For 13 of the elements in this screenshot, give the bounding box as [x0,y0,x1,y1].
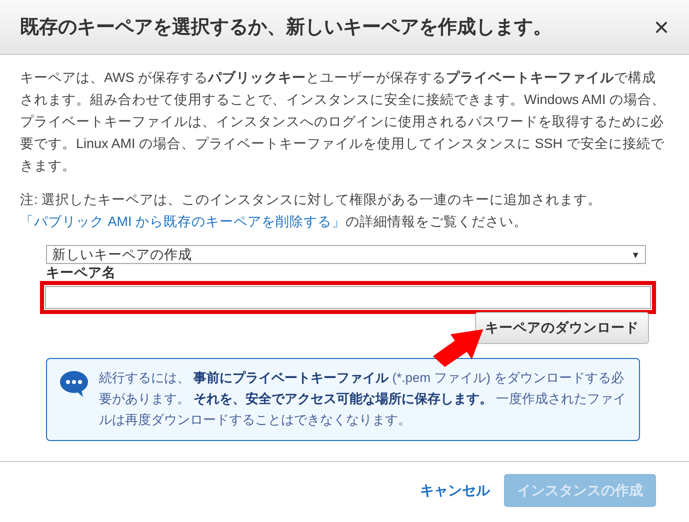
help-link[interactable]: 「パブリック AMI から既存のキーペアを削除する」 [20,214,346,229]
note-text: 注: 選択したキーペアは、このインスタンスに対して権限がある一連のキーに追加されます。 [20,192,602,207]
key-name-label: キーペア名 [46,265,117,281]
key-pair-select[interactable]: 新しいキーペアの作成 ▼ [46,245,646,264]
info-text: 続行するには、 事前にプライベートキーファイル (*.pem ファイル) をダウンロードする必要があります。 それを、安全でアクセス可能な場所に保存します。 一度作成されたファイルは再度ダウンロードすることはできなくなります。 [99,369,627,429]
dialog-title: 既存のキーペアを選択するか、新しいキーペアを作成します。 [20,16,552,40]
key-name-field[interactable] [45,286,651,309]
close-button[interactable]: × [654,14,669,40]
note-text: の詳細情報をご覧ください。 [346,214,528,229]
download-button[interactable]: キーペアのダウンロード [475,312,649,344]
chat-bubble-icon [59,370,89,398]
cancel-link[interactable]: キャンセル [420,482,490,500]
description-text: キーペアは、AWS が保存するパブリックキーとユーザーが保存するプライベートキーファイルで構成されます。組み合わせて使用することで、インスタンスに安全に接続できます。Windows AMI の場合、プライベートキーファイルは、インスタンスへのログインに使用されるパスワードを取得するために必要です。Linux AMI の場合、プライベートキーファイルを使用してインスタンスに SSH で安全に接続できます。 [20,69,667,175]
